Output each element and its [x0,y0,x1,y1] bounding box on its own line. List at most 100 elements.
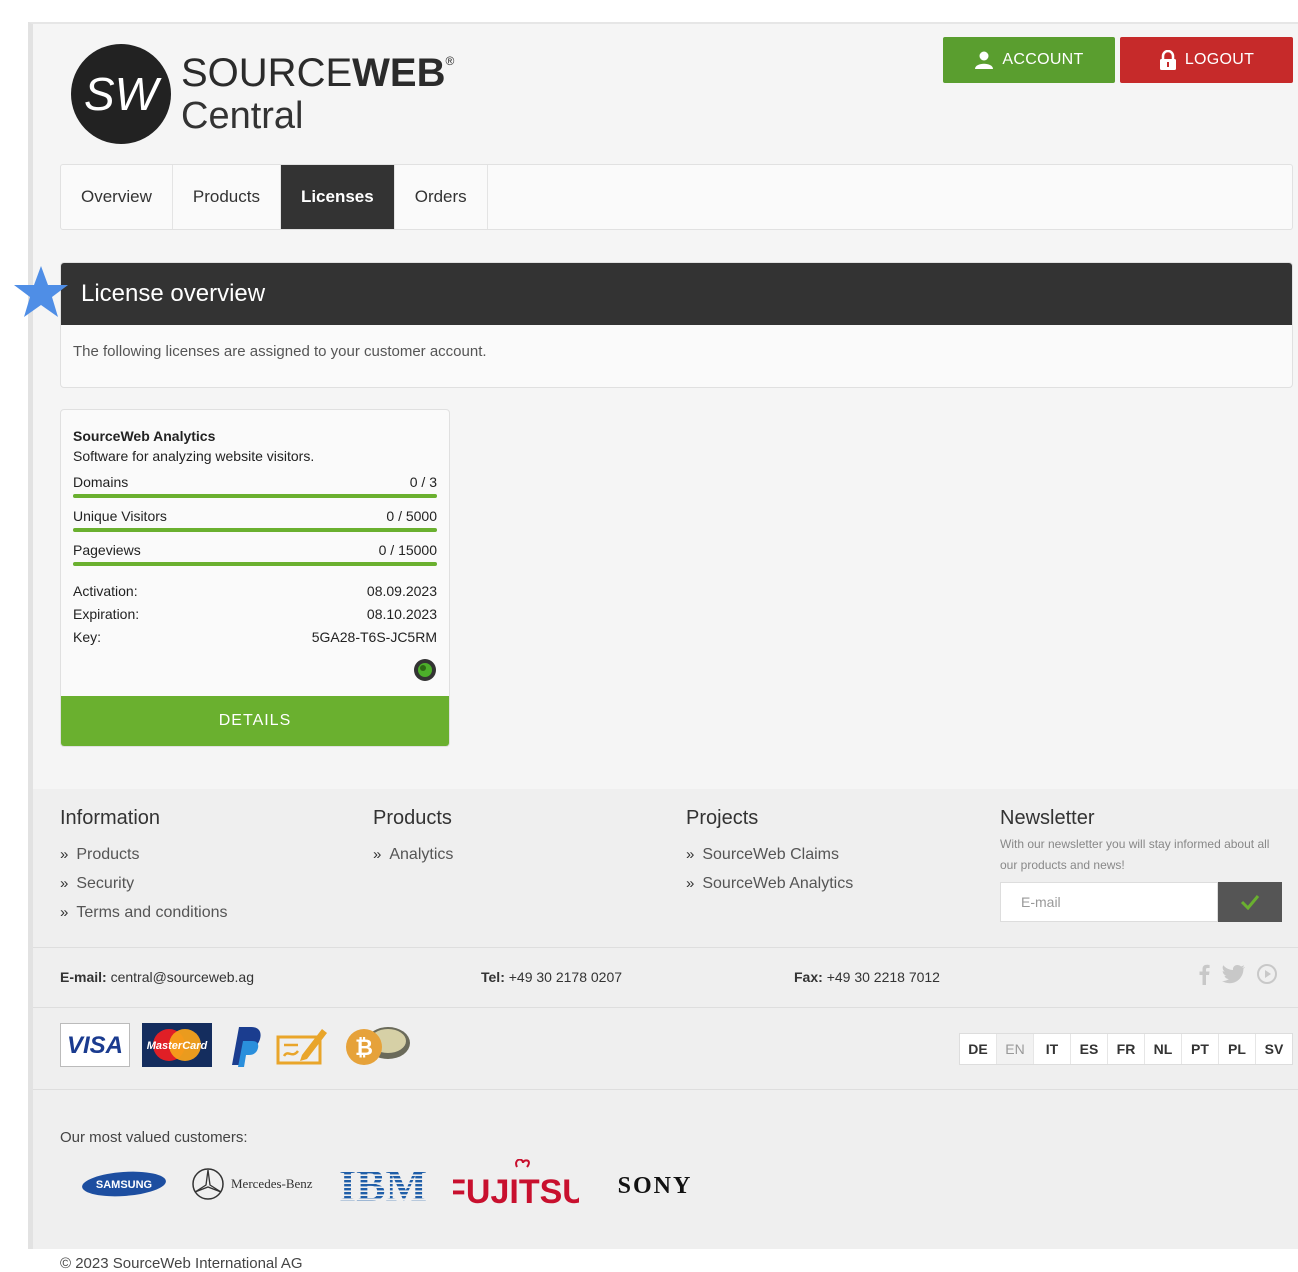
panel-description: The following licenses are assigned to y… [73,343,487,360]
user-icon [974,50,994,70]
footer-divider [33,947,1298,948]
activation-row: Activation: 08.09.2023 [73,580,437,603]
contact-fax: Fax: +49 30 2218 7012 [794,969,940,985]
contact-tel: Tel: +49 30 2178 0207 [481,969,623,985]
footer-divider [33,1089,1298,1090]
logo-text: SOURCEWEB® Central [181,53,454,135]
lang-fr[interactable]: FR [1108,1034,1145,1064]
footer-projects: Projects » SourceWeb Claims » SourceWeb An… [686,807,853,898]
paypal-icon [232,1027,261,1067]
logout-button[interactable]: LOGOUT [1120,37,1293,83]
logo-word-light: SOURCE [181,51,353,95]
checkmark-icon [1240,895,1260,910]
ibm-logo: IBM [339,1164,427,1204]
youtube-icon[interactable] [1256,963,1278,985]
svg-text:₿: ₿ [355,1035,373,1060]
usage-bar [73,494,437,498]
facebook-icon[interactable] [1196,963,1212,985]
email-link[interactable]: central@sourceweb.ag [111,969,254,985]
license-card: SourceWeb Analytics Software for analyzi… [60,409,450,747]
newsletter-submit-button[interactable] [1218,882,1282,922]
lang-es[interactable]: ES [1071,1034,1108,1064]
license-meta: Activation: 08.09.2023 Expiration: 08.10… [73,580,437,649]
lang-pl[interactable]: PL [1219,1034,1256,1064]
metric-value: 0 / 3 [409,474,437,490]
status-indicator-icon [414,659,436,681]
svg-text:SW: SW [84,68,163,120]
twitter-icon[interactable] [1222,963,1246,985]
logo-subtitle: Central [181,95,304,137]
mercedes-logo: Mercedes-Benz [191,1167,313,1201]
footer-link-security[interactable]: » Security [60,869,228,898]
footer-heading: Projects [686,807,759,829]
usage-bar [73,528,437,532]
lang-sv[interactable]: SV [1256,1034,1292,1064]
tab-products[interactable]: Products [173,165,281,229]
main-nav: Overview Products Licenses Orders [60,164,1293,230]
lang-en[interactable]: EN [997,1034,1034,1064]
account-button[interactable]: ACCOUNT [943,37,1115,83]
copyright: © 2023 SourceWeb International AG [60,1255,303,1272]
expiration-date: 08.10.2023 [366,606,437,622]
fujitsu-logo: FUJITSU [453,1159,579,1209]
footer-heading: Products [373,807,452,829]
visa-icon: VISA [60,1023,130,1067]
footer-divider [33,1007,1298,1008]
key-row: Key: 5GA28-T6S-JC5RM [73,626,437,649]
license-name: SourceWeb Analytics [73,428,216,444]
metric-value: 0 / 5000 [386,508,437,524]
logo-circle: SW [71,44,171,144]
lock-icon [1159,50,1177,70]
newsletter-form: E-mail [1000,882,1290,922]
footer-heading: Newsletter [1000,807,1095,829]
lang-pt[interactable]: PT [1182,1034,1219,1064]
lang-de[interactable]: DE [960,1034,997,1064]
metric-domains: Domains 0 / 3 [73,474,437,498]
double-chevron-icon: » [60,846,69,863]
account-button-label: ACCOUNT [1002,51,1084,68]
footer: Information » Products » Security » Terms a… [33,789,1298,1272]
footer-link-terms[interactable]: » Terms and conditions [60,898,228,927]
tab-orders[interactable]: Orders [395,165,488,229]
license-overview-panel: License overview The following licenses … [60,262,1293,388]
footer-link-analytics[interactable]: » Analytics [373,840,453,869]
logo[interactable]: SW SOURCEWEB® Central [71,44,454,144]
usage-bar-fill [73,528,437,532]
newsletter-email-input[interactable]: E-mail [1000,882,1218,922]
samsung-logo: SAMSUNG [82,1171,166,1197]
metric-label: Unique Visitors [73,508,167,524]
metric-unique-visitors: Unique Visitors 0 / 5000 [73,508,437,532]
metric-label: Domains [73,474,129,490]
license-description: Software for analyzing website visitors. [73,448,315,464]
lang-it[interactable]: IT [1034,1034,1071,1064]
svg-text:IBM: IBM [339,1164,427,1204]
svg-text:SONY: SONY [617,1173,692,1199]
usage-bar-fill [73,494,437,498]
svg-text:SAMSUNG: SAMSUNG [96,1179,152,1191]
details-button[interactable]: DETAILS [61,696,449,746]
invoice-icon [276,1029,327,1065]
footer-information: Information » Products » Security » Terms a… [60,807,228,927]
footer-products: Products » Analytics [373,807,453,869]
logo-mark-icon: SW [84,68,163,120]
metric-value: 0 / 15000 [378,542,437,558]
usage-bar [73,562,437,566]
bitcoin-icon: ₿ [346,1027,410,1065]
footer-link-products[interactable]: » Products [60,840,228,869]
footer-newsletter: Newsletter With our newsletter you will … [1000,807,1290,922]
double-chevron-icon: » [373,846,382,863]
logo-registered: ® [445,54,455,68]
footer-link-claims[interactable]: » SourceWeb Claims [686,840,853,869]
lang-nl[interactable]: NL [1145,1034,1182,1064]
double-chevron-icon: » [60,875,69,892]
footer-link-sourceweb-analytics[interactable]: » SourceWeb Analytics [686,869,853,898]
tab-licenses[interactable]: Licenses [280,165,395,229]
double-chevron-icon: » [686,846,695,863]
svg-text:VISA: VISA [67,1032,123,1059]
tab-overview[interactable]: Overview [61,165,173,229]
mercedes-star-icon [192,1168,224,1200]
usage-bar-fill [73,562,437,566]
payment-methods: VISA MasterCard ₿ [60,1023,412,1067]
footer-heading: Information [60,807,161,829]
double-chevron-icon: » [686,875,695,892]
